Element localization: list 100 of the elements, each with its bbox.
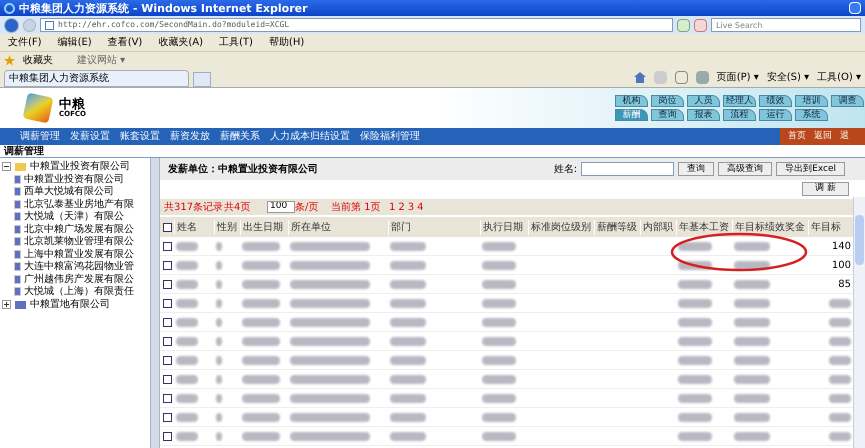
tree-item[interactable]: 大悦城（上海）有限责任 [24,284,134,300]
column-header: 标准岗位级别 [531,222,591,232]
toolbar-menu[interactable]: 工具(O) ▾ [817,70,861,85]
home-icon[interactable] [634,72,646,83]
module-tab[interactable]: 查询 [651,109,684,121]
name-field[interactable] [581,162,674,176]
row-checkbox[interactable] [162,298,172,308]
collapse-icon[interactable] [2,162,11,171]
tree-item[interactable]: 大悦城（天津）有限公 [24,209,124,224]
redacted-text [390,318,426,326]
tree-item[interactable]: 北京弘泰基业房地产有限 [24,196,134,212]
redacted-text [678,242,712,250]
page-link[interactable]: 2 [398,200,405,214]
page-link[interactable]: 3 [408,200,414,214]
redacted-text [678,412,712,422]
module-tab[interactable]: 岗位 [651,95,684,107]
row-checkbox[interactable] [162,374,172,384]
tree-item[interactable]: 中粮置业投资有限公司 [24,172,124,187]
expand-icon[interactable] [2,300,11,309]
redacted-text [482,336,516,346]
column-header: 所在单位 [291,222,331,232]
tree-item[interactable]: 中粮置地有限公司 [30,297,110,312]
redacted-text [829,432,851,440]
back-button[interactable] [4,18,19,32]
star-icon[interactable] [4,55,15,66]
column-header: 性别 [217,222,237,232]
menu-item[interactable]: 帮助(H) [268,35,304,50]
redacted-text [390,432,426,440]
tree-item[interactable]: 中粮置业投资有限公司 [30,159,130,174]
nav-link[interactable]: 返回 [814,130,832,144]
menu-item[interactable]: 工具(T) [219,35,253,50]
module-tab[interactable]: 系统 [795,109,828,121]
nav-link[interactable]: 薪资发放 [170,129,210,144]
row-checkbox[interactable] [162,356,172,364]
menu-item[interactable]: 文件(F) [8,35,42,50]
nav-link[interactable]: 首页 [788,130,806,144]
redacted-text [734,374,770,384]
nav-link[interactable]: 保险福利管理 [360,129,420,144]
row-checkbox[interactable] [162,432,172,440]
tree-item[interactable]: 大连中粮富鸿花园物业管 [24,259,134,274]
redacted-text [678,356,712,364]
browser-tab[interactable]: 中粮集团人力资源系统 [4,70,189,87]
tree-item[interactable]: 西单大悦城有限公司 [24,184,114,200]
row-checkbox[interactable] [162,242,172,250]
tree-item[interactable]: 广州越伟房产发展有限公 [24,272,134,287]
redacted-text [242,356,280,364]
nav-link[interactable]: 发薪设置 [70,129,110,144]
redacted-text [734,336,770,346]
nav-link[interactable]: 退 [840,130,849,144]
nav-link[interactable]: 账套设置 [120,129,160,144]
nav-link[interactable]: 薪酬关系 [220,129,260,144]
row-checkbox[interactable] [162,260,172,270]
module-tab[interactable]: 经理人 [723,95,756,107]
row-checkbox[interactable] [162,336,172,346]
scrollbar[interactable] [853,197,865,448]
module-tab[interactable]: 流程 [723,109,756,121]
redacted-text [242,374,280,384]
redacted-text [216,374,222,384]
menu-item[interactable]: 编辑(E) [58,35,92,50]
search-button[interactable]: 导出到Excel [776,162,845,176]
redacted-text [734,318,770,326]
search-field[interactable]: Live Search [711,18,861,32]
module-tab[interactable]: 调查 [831,95,864,107]
nav-link[interactable]: 调薪管理 [20,129,60,144]
row-checkbox[interactable] [162,394,172,402]
tree-item[interactable]: 上海中粮置业发展有限公 [24,246,134,262]
redacted-text [176,298,198,308]
nav-link[interactable]: 人力成本归结设置 [270,129,350,144]
redacted-text [482,412,516,422]
redacted-text [678,432,712,440]
row-checkbox[interactable] [162,280,172,288]
module-tab[interactable]: 人员 [687,95,720,107]
tree-item[interactable]: 北京凯莱物业管理有限公 [24,234,134,250]
column-header: 出生日期 [243,222,283,232]
page-link[interactable]: 4 [417,200,424,214]
module-tab[interactable]: 机构 [615,95,648,107]
module-tab[interactable]: 报表 [687,109,720,121]
row-checkbox[interactable] [162,412,172,422]
select-all-checkbox[interactable] [162,222,172,232]
search-button[interactable]: 高级查询 [718,162,772,176]
redacted-text [734,260,770,270]
row-checkbox[interactable] [162,318,172,326]
menu-item[interactable]: 收藏夹(A) [158,35,203,50]
page-link[interactable]: 1 [389,200,396,214]
toolbar-menu[interactable]: 安全(S) ▾ [766,70,810,85]
scroll-thumb[interactable] [855,215,864,265]
suggested-sites-link[interactable]: 建议网站 ▾ [77,53,126,68]
tree-item[interactable]: 北京中粮广场发展有限公 [24,222,134,237]
module-tab[interactable]: 培训 [795,95,828,107]
search-button[interactable]: 查询 [678,162,714,176]
redacted-text [176,394,198,402]
minimize-button[interactable] [849,2,861,14]
address-field[interactable]: http://ehr.cofco.com/SecondMain.do?moduleid=XCGL [40,18,673,32]
module-tab[interactable]: 绩效 [759,95,792,107]
favorites-button[interactable]: 收藏夹 [23,53,53,68]
toolbar-menu[interactable]: 页面(P) ▾ [716,70,759,85]
menu-item[interactable]: 查看(V) [108,35,142,50]
module-tab[interactable]: 运行 [759,109,792,121]
adjust-salary-button[interactable]: 调 薪 [802,182,849,196]
redacted-text [242,260,280,270]
